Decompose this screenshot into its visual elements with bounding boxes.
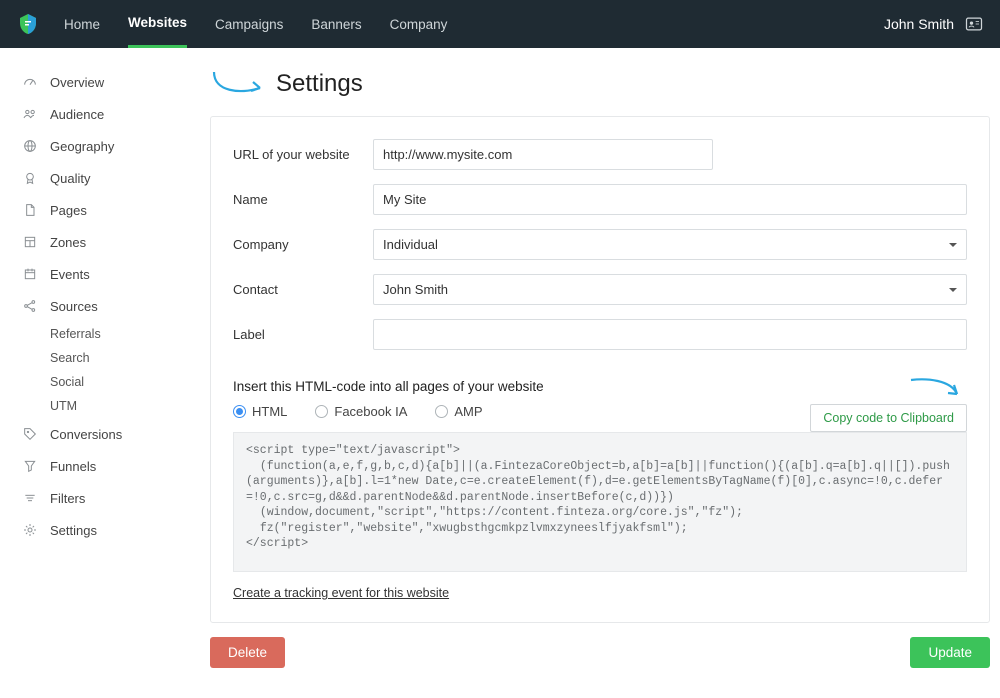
copy-code-button[interactable]: Copy code to Clipboard — [810, 404, 967, 432]
url-input[interactable] — [373, 139, 713, 170]
sidebar-item-funnels[interactable]: Funnels — [0, 450, 200, 482]
nav-campaigns[interactable]: Campaigns — [215, 0, 283, 48]
nav-company[interactable]: Company — [390, 0, 448, 48]
radio-amp[interactable]: AMP — [435, 404, 482, 419]
page-icon — [22, 202, 38, 218]
company-select[interactable]: Individual — [373, 229, 967, 260]
insert-code-label: Insert this HTML-code into all pages of … — [233, 379, 544, 394]
contact-select[interactable]: John Smith — [373, 274, 967, 305]
layout-icon — [22, 234, 38, 250]
share-icon — [22, 298, 38, 314]
name-label: Name — [233, 192, 373, 207]
sidebar-item-zones[interactable]: Zones — [0, 226, 200, 258]
sidebar-item-geography[interactable]: Geography — [0, 130, 200, 162]
sidebar-item-settings[interactable]: Settings — [0, 514, 200, 546]
gear-icon — [22, 522, 38, 538]
sidebar-item-overview[interactable]: Overview — [0, 66, 200, 98]
sidebar-sub-search[interactable]: Search — [0, 346, 200, 370]
update-button[interactable]: Update — [910, 637, 990, 668]
filter-icon — [22, 490, 38, 506]
sidebar-item-sources[interactable]: Sources — [0, 290, 200, 322]
sidebar-sub-social[interactable]: Social — [0, 370, 200, 394]
main-content: Settings URL of your website Name Compan… — [200, 48, 1000, 698]
label-input[interactable] — [373, 319, 967, 350]
sidebar-item-pages[interactable]: Pages — [0, 194, 200, 226]
nav-banners[interactable]: Banners — [311, 0, 361, 48]
funnel-icon — [22, 458, 38, 474]
gauge-icon — [22, 74, 38, 90]
radio-checked-icon — [233, 405, 246, 418]
settings-card: URL of your website Name Company Individ… — [210, 116, 990, 623]
user-card-icon — [964, 14, 984, 34]
code-textarea[interactable]: <script type="text/javascript"> (functio… — [233, 432, 967, 572]
url-label: URL of your website — [233, 147, 373, 162]
sidebar-sub-referrals[interactable]: Referrals — [0, 322, 200, 346]
nav-home[interactable]: Home — [64, 0, 100, 48]
radio-html[interactable]: HTML — [233, 404, 287, 419]
pointer-arrow-icon — [210, 68, 270, 100]
contact-label: Contact — [233, 282, 373, 297]
pointer-arrow-icon — [907, 376, 967, 402]
chevron-down-icon — [949, 288, 957, 292]
top-nav: Home Websites Campaigns Banners Company … — [0, 0, 1000, 48]
radio-unchecked-icon — [435, 405, 448, 418]
tag-icon — [22, 426, 38, 442]
create-tracking-event-link[interactable]: Create a tracking event for this website — [233, 586, 449, 600]
sidebar-item-quality[interactable]: Quality — [0, 162, 200, 194]
sidebar-item-events[interactable]: Events — [0, 258, 200, 290]
delete-button[interactable]: Delete — [210, 637, 285, 668]
calendar-icon — [22, 266, 38, 282]
people-icon — [22, 106, 38, 122]
badge-icon — [22, 170, 38, 186]
globe-icon — [22, 138, 38, 154]
company-label: Company — [233, 237, 373, 252]
sidebar-item-audience[interactable]: Audience — [0, 98, 200, 130]
sidebar-sub-utm[interactable]: UTM — [0, 394, 200, 418]
chevron-down-icon — [949, 243, 957, 247]
user-name: John Smith — [884, 16, 954, 32]
page-title: Settings — [276, 70, 363, 98]
nav-websites[interactable]: Websites — [128, 0, 187, 48]
radio-facebook-ia[interactable]: Facebook IA — [315, 404, 407, 419]
sidebar: Overview Audience Geography Quality Page… — [0, 48, 200, 698]
user-menu[interactable]: John Smith — [884, 14, 984, 34]
sidebar-item-conversions[interactable]: Conversions — [0, 418, 200, 450]
name-input[interactable] — [373, 184, 967, 215]
logo — [16, 12, 40, 36]
label-label: Label — [233, 327, 373, 342]
code-format-radio-group: HTML Facebook IA AMP — [233, 404, 544, 419]
radio-unchecked-icon — [315, 405, 328, 418]
sidebar-item-filters[interactable]: Filters — [0, 482, 200, 514]
